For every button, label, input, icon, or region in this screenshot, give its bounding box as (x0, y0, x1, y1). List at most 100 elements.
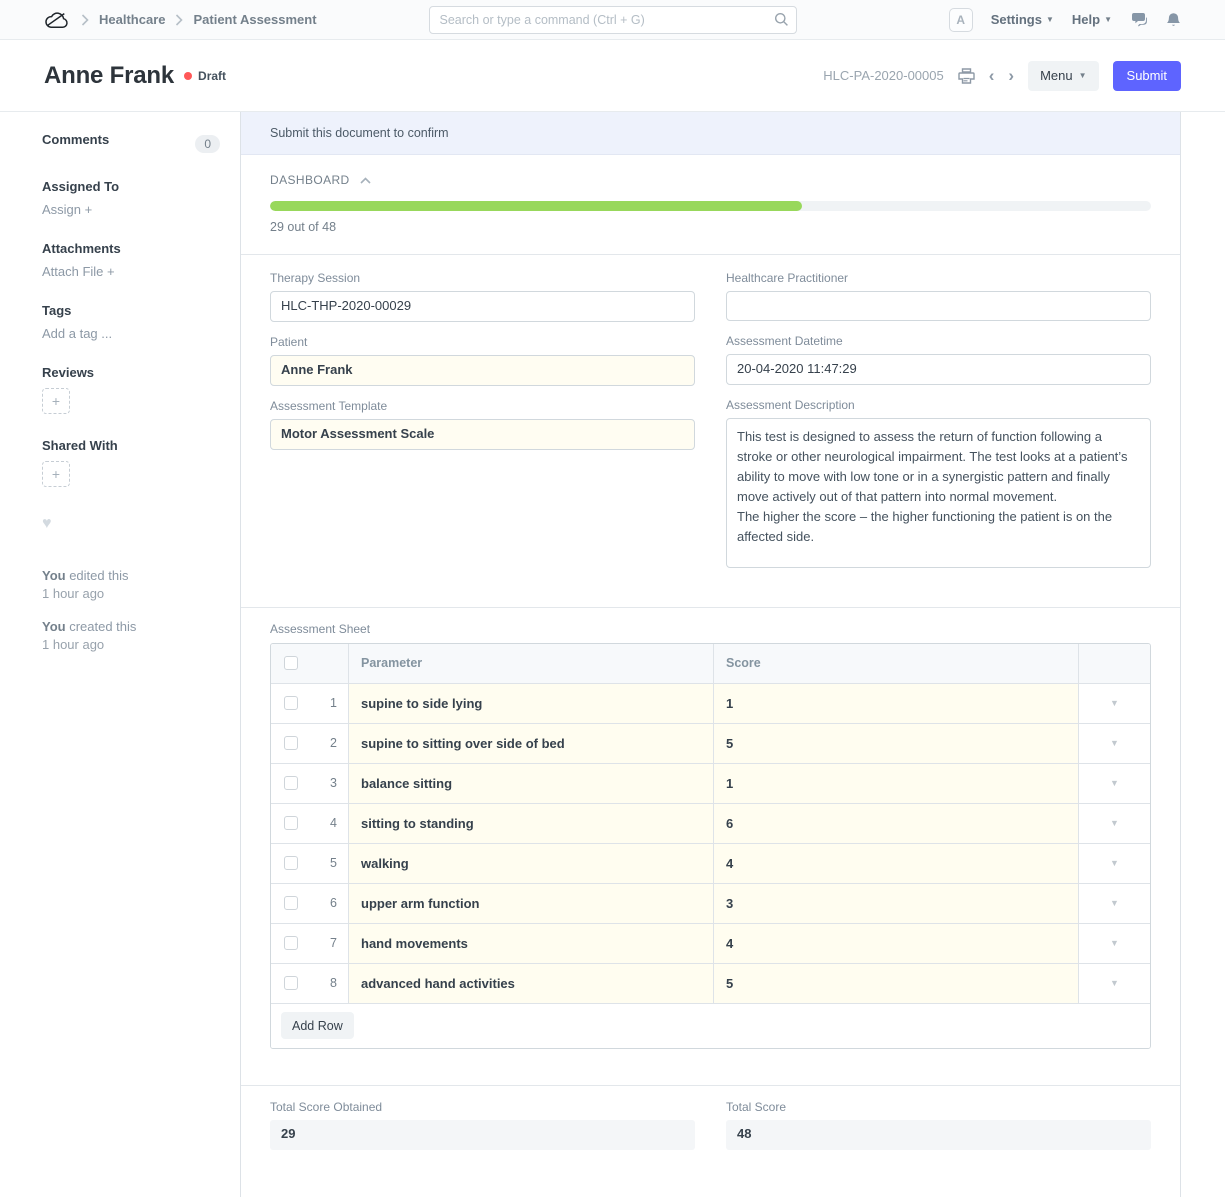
row-checkbox[interactable] (284, 976, 298, 990)
table-row: 7 hand movements 4 ▼ (271, 924, 1150, 964)
score-cell[interactable]: 4 (714, 924, 1079, 963)
row-expand-icon[interactable]: ▼ (1110, 938, 1119, 948)
help-label: Help (1072, 12, 1100, 27)
breadcrumb-healthcare[interactable]: Healthcare (99, 12, 165, 27)
row-expand-icon[interactable]: ▼ (1110, 738, 1119, 748)
table-row: 3 balance sitting 1 ▼ (271, 764, 1150, 804)
parameter-cell[interactable]: balance sitting (349, 764, 714, 803)
score-cell[interactable]: 4 (714, 844, 1079, 883)
chat-icon[interactable] (1130, 12, 1148, 28)
row-checkbox[interactable] (284, 816, 298, 830)
healthcare-practitioner-field[interactable] (726, 291, 1151, 321)
parameter-cell[interactable]: supine to sitting over side of bed (349, 724, 714, 763)
score-cell[interactable]: 3 (714, 884, 1079, 923)
notifications-bell-icon[interactable] (1166, 12, 1181, 28)
score-progress-fill (270, 201, 802, 211)
table-row: 5 walking 4 ▼ (271, 844, 1150, 884)
submit-button[interactable]: Submit (1113, 61, 1181, 91)
dashboard-label: DASHBOARD (270, 173, 350, 187)
row-checkbox[interactable] (284, 896, 298, 910)
global-search (429, 6, 797, 34)
settings-menu[interactable]: Settings ▼ (991, 12, 1054, 27)
row-checkbox[interactable] (284, 936, 298, 950)
assessment-sheet-grid: Parameter Score 1 supine to side lying 1… (270, 643, 1151, 1049)
attach-file-button[interactable]: Attach File + (42, 264, 115, 279)
dashboard-section: DASHBOARD 29 out of 48 (241, 155, 1180, 255)
row-checkbox[interactable] (284, 736, 298, 750)
total-score-obtained-value: 29 (270, 1120, 695, 1150)
status-indicator: Draft (184, 69, 226, 83)
add-tag-input[interactable]: Add a tag ... (42, 326, 112, 341)
patient-field[interactable]: Anne Frank (270, 355, 695, 386)
assessment-sheet-section: Assessment Sheet Parameter Score 1 supin… (241, 608, 1180, 1086)
shared-with-label: Shared With (42, 438, 220, 453)
row-index: 4 (330, 816, 348, 830)
prev-record-icon[interactable]: ‹ (989, 67, 995, 84)
avatar[interactable]: A (949, 8, 973, 32)
total-score-label: Total Score (726, 1100, 1151, 1114)
row-expand-icon[interactable]: ▼ (1110, 818, 1119, 828)
chevron-right-icon (175, 14, 183, 26)
row-checkbox[interactable] (284, 696, 298, 710)
table-row: 6 upper arm function 3 ▼ (271, 884, 1150, 924)
parameter-cell[interactable]: supine to side lying (349, 684, 714, 723)
assessment-template-label: Assessment Template (270, 399, 695, 413)
assign-label: Assign (42, 202, 81, 217)
parameter-cell[interactable]: walking (349, 844, 714, 883)
parameter-cell[interactable]: upper arm function (349, 884, 714, 923)
attach-file-label: Attach File (42, 264, 103, 279)
therapy-session-field[interactable]: HLC-THP-2020-00029 (270, 291, 695, 322)
settings-label: Settings (991, 12, 1042, 27)
menu-button[interactable]: Menu ▼ (1028, 61, 1098, 91)
score-cell[interactable]: 6 (714, 804, 1079, 843)
tags-label: Tags (42, 303, 220, 318)
assessment-datetime-label: Assessment Datetime (726, 334, 1151, 348)
search-input[interactable] (429, 6, 797, 34)
submit-hint-banner: Submit this document to confirm (241, 112, 1180, 155)
add-review-button[interactable]: + (42, 388, 70, 414)
page-header: Anne Frank Draft HLC-PA-2020-00005 ‹ › M… (0, 40, 1225, 112)
assessment-description-field[interactable]: This test is designed to assess the retu… (726, 418, 1151, 568)
row-expand-icon[interactable]: ▼ (1110, 978, 1119, 988)
grid-footer: Add Row (271, 1004, 1150, 1048)
total-score-obtained-label: Total Score Obtained (270, 1100, 695, 1114)
page-title: Anne Frank (44, 62, 174, 90)
assessment-datetime-field[interactable]: 20-04-2020 11:47:29 (726, 354, 1151, 385)
activity-who: You (42, 568, 66, 583)
status-badge: Draft (198, 69, 226, 83)
table-row: 8 advanced hand activities 5 ▼ (271, 964, 1150, 1004)
score-column-header: Score (714, 644, 1079, 683)
activity-edited: You edited this 1 hour ago (42, 567, 220, 602)
total-score-value: 48 (726, 1120, 1151, 1150)
print-icon[interactable] (958, 68, 975, 84)
row-index: 3 (330, 776, 348, 790)
row-checkbox[interactable] (284, 776, 298, 790)
assign-button[interactable]: Assign + (42, 202, 92, 217)
dashboard-section-toggle[interactable]: DASHBOARD (270, 173, 1151, 187)
like-heart-icon[interactable]: ♥ (42, 515, 220, 533)
score-cell[interactable]: 1 (714, 764, 1079, 803)
select-all-checkbox[interactable] (284, 656, 298, 670)
assessment-template-field[interactable]: Motor Assessment Scale (270, 419, 695, 450)
comments-label[interactable]: Comments (42, 132, 109, 147)
score-cell[interactable]: 5 (714, 964, 1079, 1003)
add-row-button[interactable]: Add Row (281, 1012, 354, 1039)
next-record-icon[interactable]: › (1008, 67, 1014, 84)
row-checkbox[interactable] (284, 856, 298, 870)
parameter-cell[interactable]: sitting to standing (349, 804, 714, 843)
parameter-cell[interactable]: advanced hand activities (349, 964, 714, 1003)
row-expand-icon[interactable]: ▼ (1110, 778, 1119, 788)
row-expand-icon[interactable]: ▼ (1110, 898, 1119, 908)
row-expand-icon[interactable]: ▼ (1110, 698, 1119, 708)
add-share-button[interactable]: + (42, 461, 70, 487)
help-menu[interactable]: Help ▼ (1072, 12, 1112, 27)
score-cell[interactable]: 5 (714, 724, 1079, 763)
row-expand-icon[interactable]: ▼ (1110, 858, 1119, 868)
app-logo-icon[interactable] (44, 10, 71, 29)
score-cell[interactable]: 1 (714, 684, 1079, 723)
navbar: Healthcare Patient Assessment A Settings… (0, 0, 1225, 40)
parameter-cell[interactable]: hand movements (349, 924, 714, 963)
chevron-up-icon (360, 177, 371, 184)
row-index: 7 (330, 936, 348, 950)
breadcrumb-patient-assessment[interactable]: Patient Assessment (193, 12, 316, 27)
